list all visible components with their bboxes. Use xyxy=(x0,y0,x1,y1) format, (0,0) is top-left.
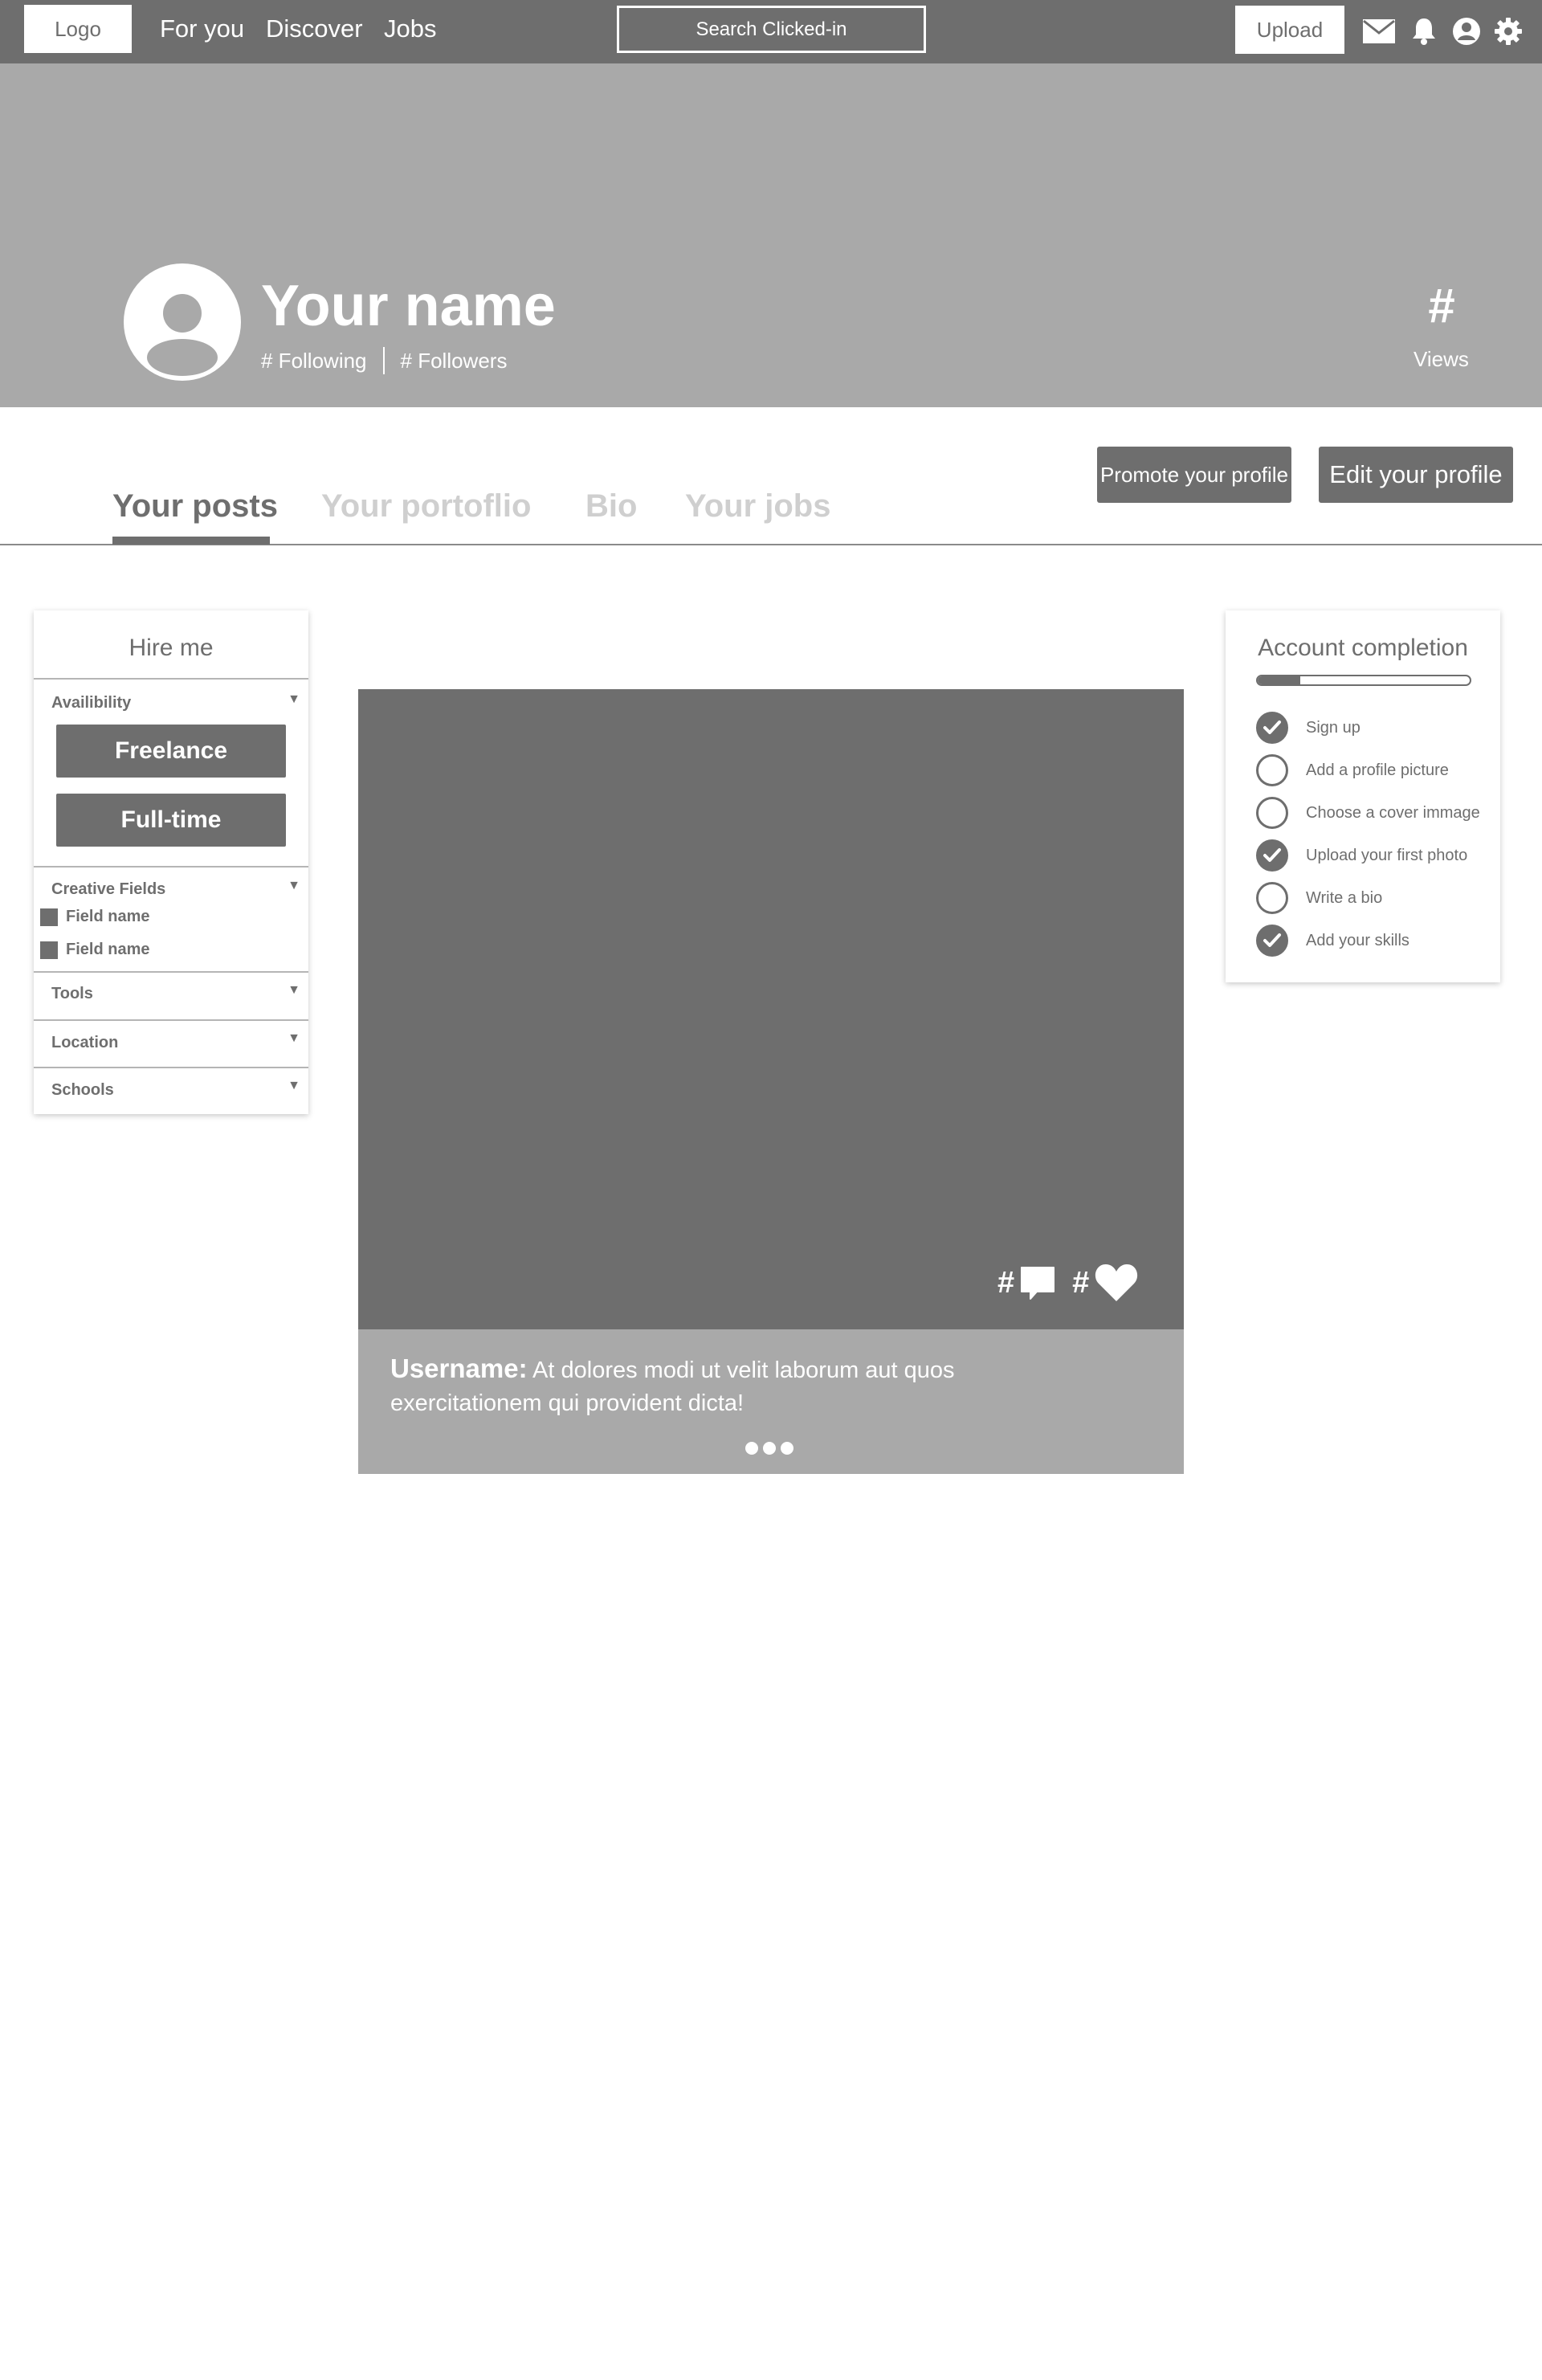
completion-task[interactable]: Write a bio xyxy=(1256,882,1382,914)
bell-icon[interactable] xyxy=(1410,16,1438,47)
completion-task-label: Upload your first photo xyxy=(1306,846,1468,864)
more-options-icon[interactable] xyxy=(745,1442,793,1455)
account-completion-title: Account completion xyxy=(1258,635,1468,661)
completion-task-label: Sign up xyxy=(1306,718,1360,737)
tab-your-portfolio[interactable]: Your portoflio xyxy=(321,488,531,525)
following-count[interactable]: # Following xyxy=(261,349,367,374)
chevron-down-icon[interactable]: ▼ xyxy=(288,983,300,998)
freelance-button[interactable]: Freelance xyxy=(56,725,286,778)
completion-task[interactable]: Choose a cover immage xyxy=(1256,797,1480,829)
nav-link-jobs[interactable]: Jobs xyxy=(384,14,436,43)
schools-label[interactable]: Schools xyxy=(51,1081,114,1100)
completion-task[interactable]: Add your skills xyxy=(1256,925,1409,957)
follow-divider xyxy=(382,347,385,374)
comments-count: # xyxy=(997,1265,1015,1300)
avatar[interactable] xyxy=(124,263,241,381)
mail-icon[interactable] xyxy=(1362,16,1396,47)
empty-circle-icon xyxy=(1256,882,1288,914)
search-input[interactable]: Search Clicked-in xyxy=(617,6,926,53)
gear-icon[interactable] xyxy=(1494,16,1523,47)
post-caption: Username: At dolores modi ut velit labor… xyxy=(358,1329,1184,1474)
chevron-down-icon[interactable]: ▼ xyxy=(288,879,300,893)
cover-image xyxy=(0,63,1542,407)
user-icon[interactable] xyxy=(1452,16,1481,47)
active-tab-indicator xyxy=(112,537,270,545)
divider xyxy=(34,971,308,973)
edit-profile-button[interactable]: Edit your profile xyxy=(1319,447,1513,503)
creative-fields-label[interactable]: Creative Fields xyxy=(51,880,165,899)
completion-progress-bar xyxy=(1256,675,1471,686)
field-option-label: Field name xyxy=(66,941,150,958)
completion-task-label: Add a profile picture xyxy=(1306,761,1449,779)
check-circle-icon xyxy=(1256,839,1288,872)
divider xyxy=(34,1067,308,1068)
views-count: # xyxy=(1428,279,1455,333)
completion-task-label: Add your skills xyxy=(1306,931,1409,949)
post-username[interactable]: Username: xyxy=(390,1353,528,1383)
account-completion-panel: Account completion Sign up Add a profile … xyxy=(1226,610,1500,982)
field-option-label: Field name xyxy=(66,908,150,925)
caption-text: Username: At dolores modi ut velit labor… xyxy=(390,1352,1017,1420)
tab-your-jobs[interactable]: Your jobs xyxy=(685,488,830,525)
tools-label[interactable]: Tools xyxy=(51,985,93,1003)
divider xyxy=(34,1019,308,1021)
divider xyxy=(34,866,308,867)
checkbox[interactable] xyxy=(40,941,58,959)
completion-task-label: Write a bio xyxy=(1306,888,1383,907)
divider xyxy=(34,678,308,680)
field-option[interactable]: Field name xyxy=(40,941,149,959)
check-circle-icon xyxy=(1256,925,1288,957)
completion-task-label: Choose a cover immage xyxy=(1306,803,1480,822)
fulltime-button[interactable]: Full-time xyxy=(56,794,286,847)
location-label[interactable]: Location xyxy=(51,1034,118,1052)
completion-task[interactable]: Sign up xyxy=(1256,712,1360,744)
hire-me-panel: Hire me Availibility ▼ Freelance Full-ti… xyxy=(34,610,308,1114)
nav-link-discover[interactable]: Discover xyxy=(266,14,363,43)
heart-icon[interactable] xyxy=(1094,1263,1139,1303)
chevron-down-icon[interactable]: ▼ xyxy=(288,1031,300,1046)
promote-profile-button[interactable]: Promote your profile xyxy=(1097,447,1291,503)
hire-me-title: Hire me xyxy=(128,635,214,661)
availability-label[interactable]: Availibility xyxy=(51,694,131,712)
field-option[interactable]: Field name xyxy=(40,908,149,926)
upload-button[interactable]: Upload xyxy=(1235,6,1344,54)
completion-task[interactable]: Add a profile picture xyxy=(1256,754,1449,786)
tab-your-posts[interactable]: Your posts xyxy=(112,488,278,525)
nav-link-for-you[interactable]: For you xyxy=(160,14,244,43)
views-label: Views xyxy=(1414,347,1469,371)
check-circle-icon xyxy=(1256,712,1288,744)
chevron-down-icon[interactable]: ▼ xyxy=(288,692,300,707)
follow-stats: # Following # Followers xyxy=(261,347,507,374)
likes-count: # xyxy=(1072,1265,1090,1300)
post-stats: # # xyxy=(997,1263,1139,1303)
followers-count[interactable]: # Followers xyxy=(401,349,508,374)
profile-name: Your name xyxy=(261,274,556,338)
completion-task[interactable]: Upload your first photo xyxy=(1256,839,1467,872)
tab-bio[interactable]: Bio xyxy=(585,488,637,525)
post-image[interactable] xyxy=(358,689,1184,1329)
chevron-down-icon[interactable]: ▼ xyxy=(288,1079,300,1093)
comment-icon[interactable] xyxy=(1019,1264,1056,1301)
empty-circle-icon xyxy=(1256,797,1288,829)
top-nav-bar: Logo For you Discover Jobs Search Clicke… xyxy=(0,0,1542,63)
checkbox[interactable] xyxy=(40,908,58,926)
logo-button[interactable]: Logo xyxy=(24,5,132,53)
empty-circle-icon xyxy=(1256,754,1288,786)
completion-progress-fill xyxy=(1258,676,1300,684)
